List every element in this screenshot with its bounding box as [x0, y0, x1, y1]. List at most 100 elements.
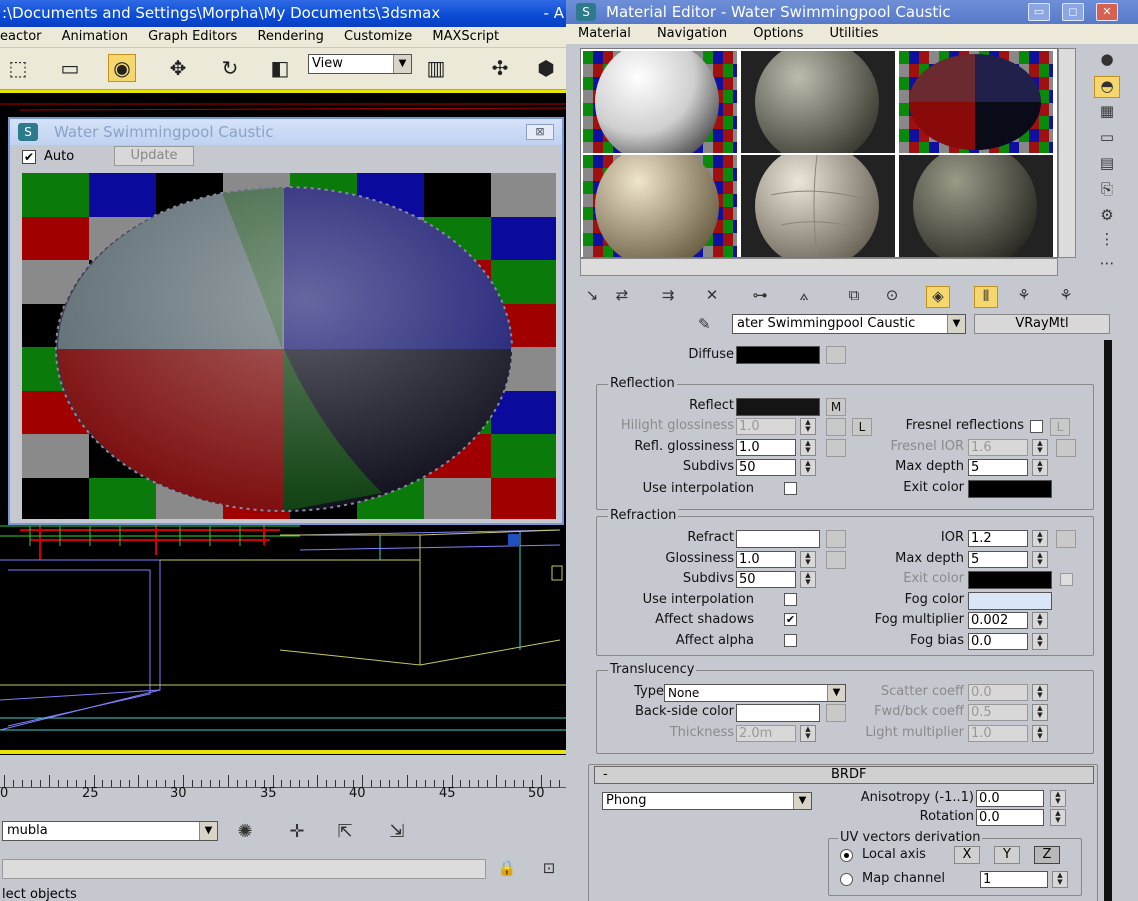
axis-y-button[interactable]: Y: [994, 846, 1020, 864]
material-effects-icon[interactable]: ⊙: [880, 286, 904, 308]
anisotropy-spinner[interactable]: ▲ ▼: [1050, 790, 1066, 807]
sample-slot-active[interactable]: [897, 49, 1055, 155]
refr-use-interp-checkbox[interactable]: [784, 593, 797, 606]
reflect-swatch[interactable]: [736, 398, 820, 416]
menu-animation[interactable]: Animation: [62, 27, 128, 47]
refr-subdivs-spinner[interactable]: ▲ ▼: [800, 571, 816, 588]
scatter-coeff-field[interactable]: 0.0: [968, 684, 1028, 701]
anisotropy-field[interactable]: 0.0: [976, 790, 1044, 807]
go-forward-sibling-icon[interactable]: ⚘: [1054, 286, 1078, 308]
rotate-icon[interactable]: ↻: [216, 54, 244, 82]
put-to-scene-icon[interactable]: ⇄: [610, 286, 634, 308]
fog-bias-spinner[interactable]: ▲ ▼: [1032, 633, 1048, 650]
sample-type-icon[interactable]: ●: [1094, 50, 1120, 72]
hilight-gloss-field[interactable]: 1.0: [736, 418, 796, 435]
menu-navigation[interactable]: Navigation: [657, 26, 727, 41]
move-icon[interactable]: ✥: [164, 54, 192, 82]
fresnel-lock-button[interactable]: L: [1050, 418, 1070, 436]
sample-slot[interactable]: [741, 51, 895, 153]
sample-slots-vertical-scrollbar[interactable]: [1058, 48, 1076, 258]
sample-slot[interactable]: [583, 51, 737, 153]
hilight-gloss-map-button[interactable]: [826, 418, 846, 436]
pivot-center-icon[interactable]: ▥: [422, 54, 450, 82]
keyboard-shortcut-icon[interactable]: ⬢: [532, 54, 560, 82]
refract-swatch[interactable]: [736, 530, 820, 548]
refl-subdivs-spinner[interactable]: ▲ ▼: [800, 459, 816, 476]
make-unique-icon[interactable]: ⟑: [792, 286, 816, 308]
rotation-spinner[interactable]: ▲ ▼: [1050, 809, 1066, 826]
abs-mode-icon[interactable]: ⊡: [534, 859, 564, 883]
fog-bias-field[interactable]: 0.0: [968, 633, 1028, 650]
go-to-parent-icon[interactable]: ⚘: [1012, 286, 1036, 308]
reference-coord-select[interactable]: View ▼: [308, 54, 412, 74]
light-mult-spinner[interactable]: ▲ ▼: [1032, 725, 1048, 742]
named-selection-select[interactable]: mubla ▼: [2, 821, 218, 841]
menu-options[interactable]: Options: [753, 26, 803, 41]
local-axis-radio[interactable]: [840, 849, 853, 862]
video-color-check-icon[interactable]: ▤: [1094, 154, 1120, 176]
maximize-button[interactable]: ◻: [1062, 3, 1084, 21]
scatter-coeff-spinner[interactable]: ▲ ▼: [1032, 684, 1048, 701]
backside-color-swatch[interactable]: [736, 704, 820, 722]
brdf-rollout-header[interactable]: - BRDF: [594, 766, 1094, 784]
refl-gloss-spinner[interactable]: ▲ ▼: [800, 439, 816, 456]
thickness-field[interactable]: 2.0m: [736, 725, 796, 742]
put-to-library-icon[interactable]: ⧉: [842, 286, 866, 308]
affect-alpha-checkbox[interactable]: [784, 634, 797, 647]
fog-color-swatch[interactable]: [968, 592, 1052, 610]
select-region-icon[interactable]: ▭: [56, 54, 84, 82]
ior-map-button[interactable]: [1056, 530, 1076, 548]
menu-maxscript[interactable]: MAXScript: [432, 27, 499, 47]
fresnel-ior-field[interactable]: 1.6: [968, 439, 1028, 456]
options-icon[interactable]: ⚙: [1094, 206, 1120, 228]
axis-z-button[interactable]: Z: [1034, 846, 1060, 864]
sample-slot[interactable]: [741, 155, 895, 257]
select-crossing-icon[interactable]: ⇲: [382, 821, 412, 845]
sample-slot[interactable]: [583, 155, 737, 257]
refract-map-button[interactable]: [826, 530, 846, 548]
menu-reactor[interactable]: eactor: [0, 27, 42, 47]
backlight-icon[interactable]: ◓: [1094, 76, 1120, 98]
refl-max-depth-spinner[interactable]: ▲ ▼: [1032, 459, 1048, 476]
diffuse-map-button[interactable]: [826, 346, 846, 364]
get-material-icon[interactable]: ↘: [580, 286, 604, 308]
assign-material-icon[interactable]: ⇉: [656, 286, 680, 308]
lock-icon[interactable]: 🔒: [492, 859, 522, 883]
menu-material[interactable]: Material: [578, 26, 631, 41]
refl-exit-color-swatch[interactable]: [968, 480, 1052, 498]
minimize-button[interactable]: ▭: [1028, 3, 1050, 21]
window-crossing-icon[interactable]: ◉: [108, 54, 136, 82]
sample-slot[interactable]: [899, 155, 1053, 257]
map-channel-radio[interactable]: [840, 873, 853, 886]
affect-shadows-checkbox[interactable]: ✔: [784, 613, 797, 626]
crosshair-icon[interactable]: ✛: [282, 821, 312, 845]
refl-max-depth-field[interactable]: 5: [968, 459, 1028, 476]
axis-x-button[interactable]: X: [954, 846, 980, 864]
rotation-field[interactable]: 0.0: [976, 809, 1044, 826]
hilight-lock-button[interactable]: L: [852, 418, 872, 436]
map-channel-field[interactable]: 1: [980, 871, 1048, 888]
refr-gloss-field[interactable]: 1.0: [736, 551, 796, 568]
fresnel-checkbox[interactable]: [1030, 420, 1043, 433]
scale-icon[interactable]: ◧: [266, 54, 294, 82]
refl-subdivs-field[interactable]: 50: [736, 459, 796, 476]
fog-mult-field[interactable]: 0.002: [968, 612, 1028, 629]
close-button[interactable]: ✕: [1096, 3, 1118, 21]
menu-utilities[interactable]: Utilities: [830, 26, 879, 41]
material-name-field[interactable]: ater Swimmingpool Caustic ▼: [732, 314, 966, 334]
sample-uv-tiling-icon[interactable]: ▭: [1094, 128, 1120, 150]
backside-map-button[interactable]: [826, 704, 846, 722]
fwd-bck-coeff-field[interactable]: 0.5: [968, 704, 1028, 721]
parameters-scrollbar[interactable]: [1104, 340, 1112, 901]
fog-mult-spinner[interactable]: ▲ ▼: [1032, 612, 1048, 629]
material-map-navigator-icon[interactable]: ⋯: [1094, 254, 1120, 276]
sample-slots-horizontal-scrollbar[interactable]: [580, 258, 1058, 276]
map-channel-spinner[interactable]: ▲ ▼: [1052, 871, 1068, 888]
refl-use-interp-checkbox[interactable]: [784, 482, 797, 495]
background-icon[interactable]: ▦: [1094, 102, 1120, 124]
refl-gloss-field[interactable]: 1.0: [736, 439, 796, 456]
refr-exit-color-checkbox[interactable]: [1060, 573, 1073, 586]
select-arrow-icon[interactable]: ⇱: [330, 821, 360, 845]
update-button[interactable]: Update: [114, 146, 194, 166]
timeline[interactable]: 0 25 30 35 40 45 50: [0, 756, 569, 811]
